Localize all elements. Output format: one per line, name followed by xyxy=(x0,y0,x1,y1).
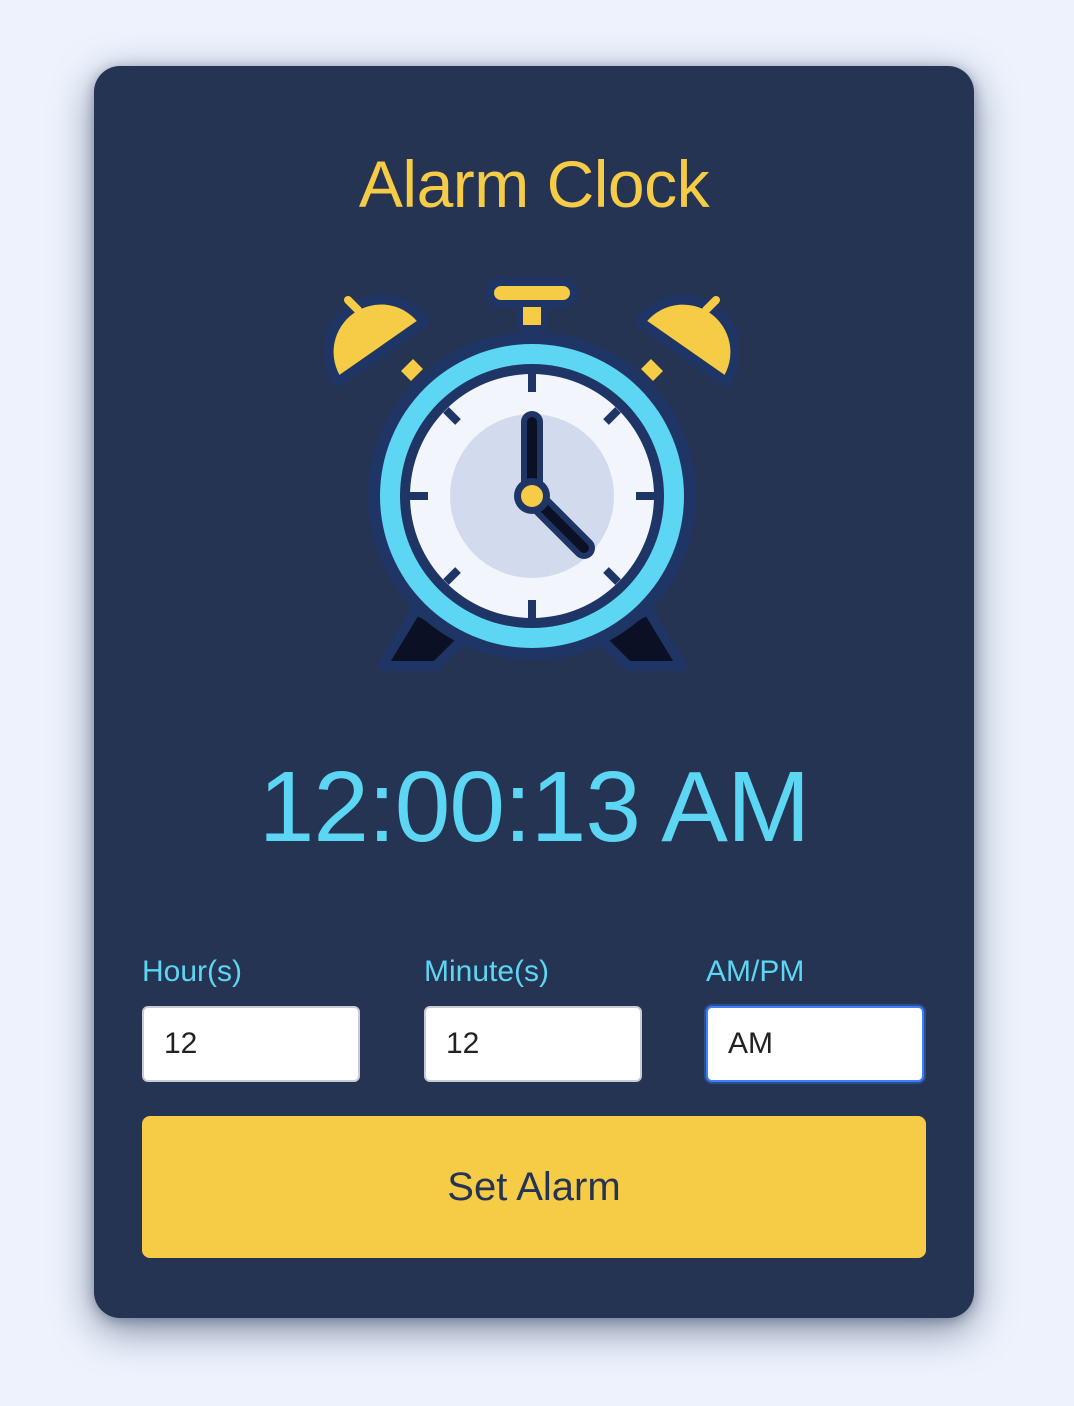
app-title: Alarm Clock xyxy=(358,147,710,221)
ampm-select[interactable]: AM xyxy=(706,1006,924,1082)
minute-label: Minute(s) xyxy=(424,955,550,988)
minute-select[interactable]: 12 xyxy=(424,1006,642,1082)
alarm-card: Alarm Clock 12:00:13 AM Hour(s) Minute(s… xyxy=(94,66,974,1318)
alarm-clock-icon xyxy=(326,278,738,671)
hour-label: Hour(s) xyxy=(142,955,243,988)
hour-select[interactable]: 12 xyxy=(142,1006,360,1082)
current-time: 12:00:13 AM xyxy=(258,751,811,863)
set-alarm-button[interactable]: Set Alarm xyxy=(142,1116,926,1258)
ampm-label: AM/PM xyxy=(706,955,805,988)
